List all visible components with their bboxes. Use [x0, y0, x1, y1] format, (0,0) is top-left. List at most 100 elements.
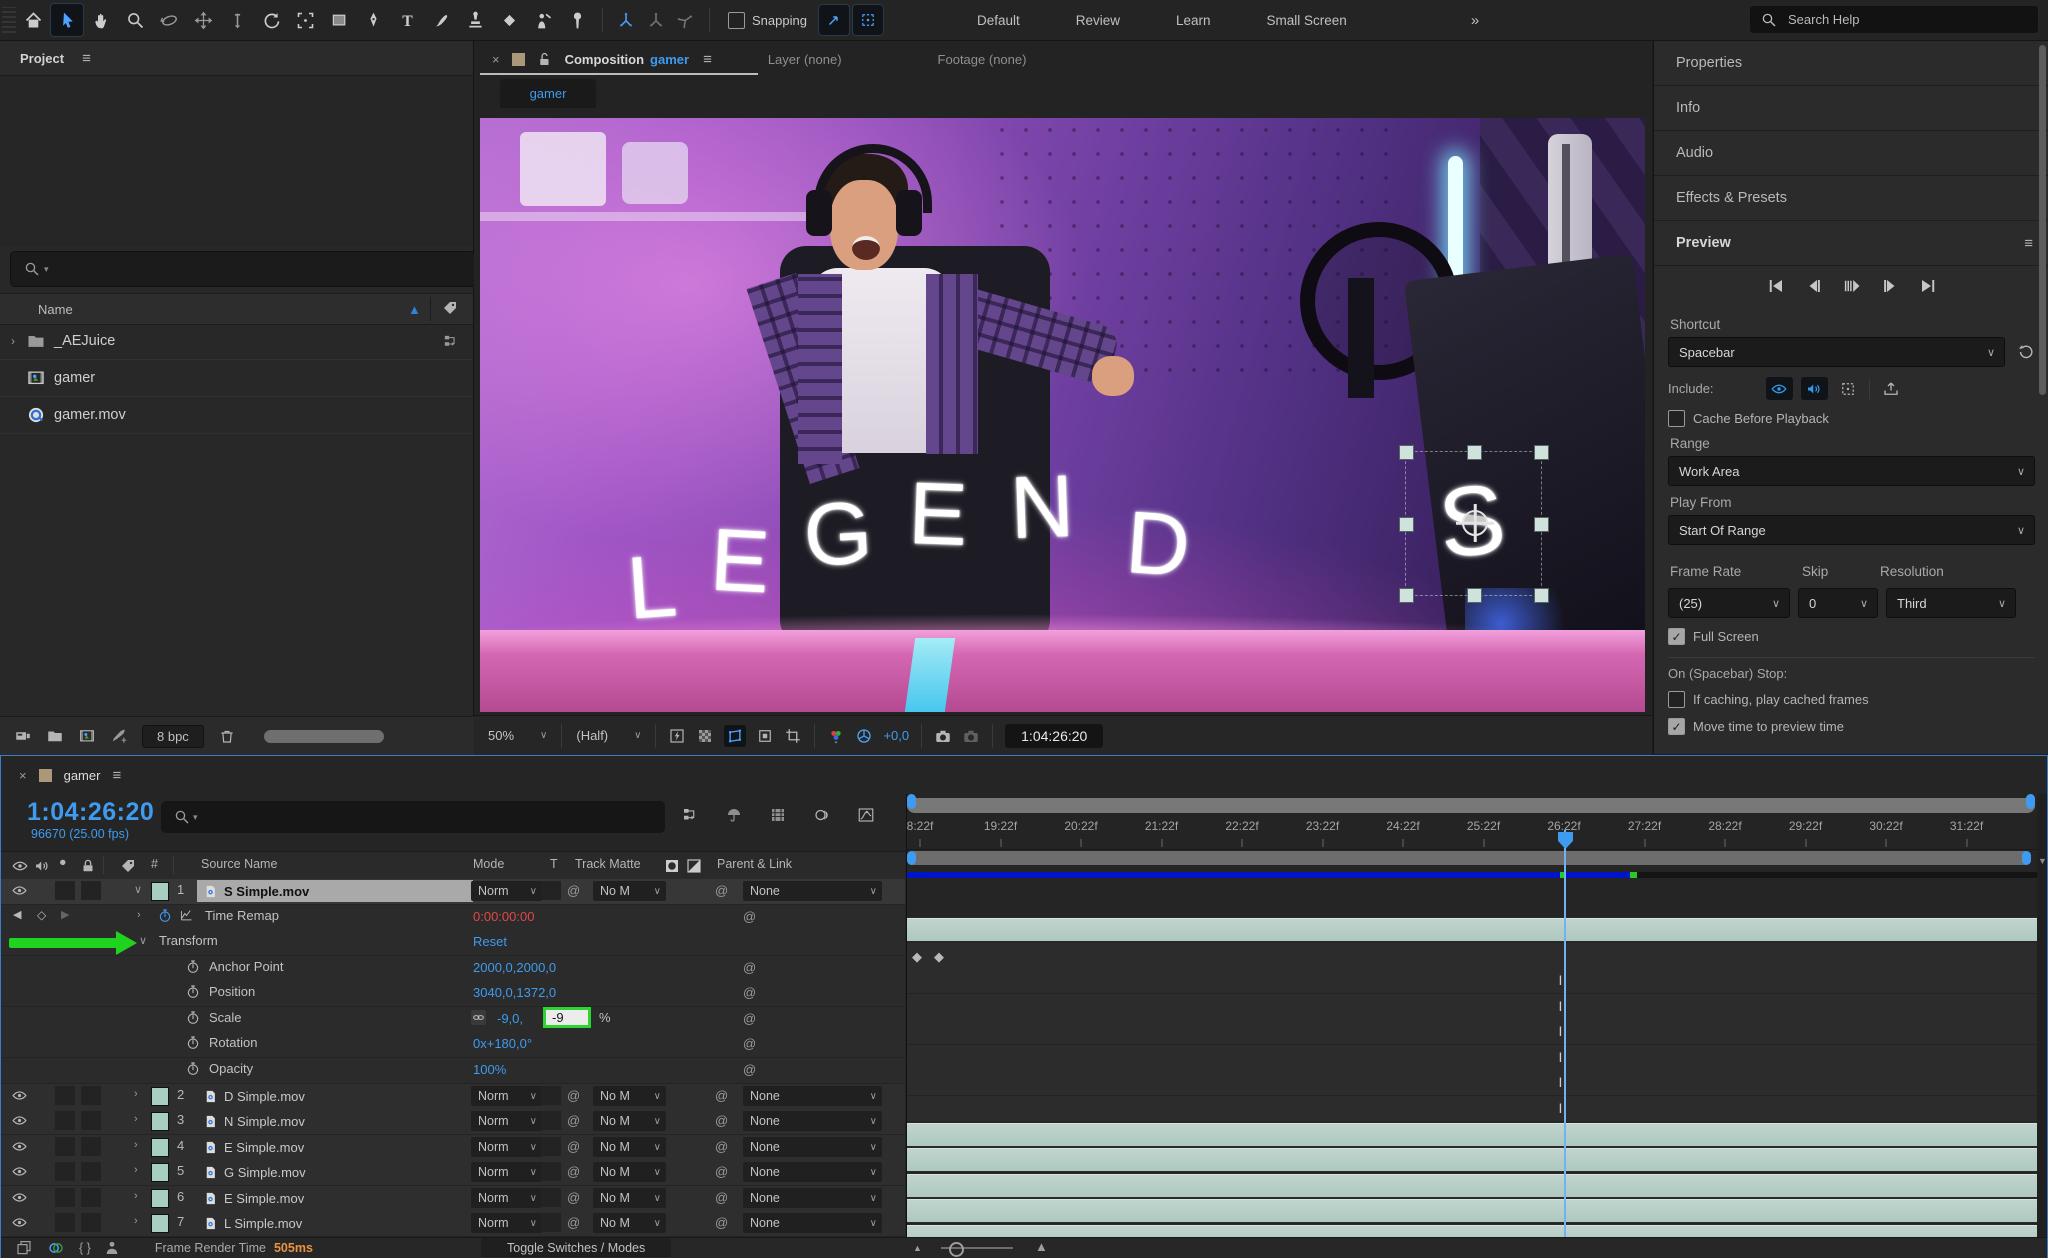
switch-box[interactable] — [55, 1086, 75, 1105]
label-column-icon[interactable] — [119, 857, 137, 875]
expander-icon[interactable]: ∨ — [139, 934, 147, 947]
blend-mode-dropdown[interactable]: Norm∨ — [471, 1188, 542, 1208]
show-snapshot-icon[interactable] — [962, 727, 980, 745]
matte-pickwhip-icon[interactable]: @ — [567, 1190, 580, 1205]
project-item--aejuice[interactable]: ›_AEJuice — [0, 323, 473, 360]
expander-icon[interactable]: › — [134, 1088, 138, 1100]
sort-ascending-icon[interactable]: ▲ — [408, 302, 421, 317]
work-area-end-handle[interactable] — [2022, 851, 2031, 865]
frame-rate-dropdown[interactable]: (25)∨ — [1668, 588, 1790, 618]
home-tool[interactable] — [17, 4, 49, 36]
matte-pickwhip-icon[interactable]: @ — [567, 1139, 580, 1154]
switch-box[interactable] — [541, 1213, 561, 1232]
parent-link-dropdown[interactable]: None∨ — [743, 1162, 882, 1182]
eye-icon[interactable] — [11, 1214, 28, 1231]
anchor-point-row[interactable]: Anchor Point2000,0,2000,0@ — [1, 956, 905, 982]
parent-pickwhip-icon[interactable]: @ — [715, 1190, 728, 1205]
eye-icon[interactable] — [11, 1138, 28, 1155]
pickwhip-icon[interactable]: @ — [743, 1011, 756, 1026]
magnification-dropdown[interactable]: 50% ∨ — [474, 728, 561, 743]
shape-tool[interactable] — [323, 4, 355, 36]
mask-visibility-button[interactable] — [724, 725, 746, 747]
parent-pickwhip-icon[interactable]: @ — [715, 1164, 728, 1179]
eye-icon[interactable] — [11, 1087, 28, 1104]
scroll-arrow-icon[interactable]: ▼ — [2038, 856, 2047, 866]
layer-color-swatch[interactable] — [151, 1138, 169, 1157]
snapping-toggle[interactable]: Snapping — [728, 12, 807, 29]
roto-brush-tool[interactable] — [527, 4, 559, 36]
layer-row-2[interactable]: ›2D Simple.movNorm∨@No M∨@None∨ — [1, 1084, 905, 1110]
scale-x-value[interactable]: -9,0, — [497, 1011, 523, 1026]
snap-box-icon[interactable] — [853, 5, 883, 35]
stopwatch-icon[interactable] — [185, 1061, 201, 1077]
pickwhip-icon[interactable]: @ — [743, 1036, 756, 1051]
parent-pickwhip-icon[interactable]: @ — [715, 1215, 728, 1230]
fast-previews-icon[interactable] — [668, 727, 686, 745]
brush-tool[interactable] — [425, 4, 457, 36]
layer-duration-bar[interactable] — [907, 1225, 2037, 1237]
composition-viewer[interactable]: LEGENDS — [480, 118, 1645, 712]
opacity-value[interactable]: 100% — [473, 1062, 506, 1077]
time-remap-row[interactable]: ◀◇▶›Time Remap0:00:00:00@ — [1, 905, 905, 931]
blend-mode-dropdown[interactable]: Norm∨ — [471, 1162, 542, 1182]
expander-icon[interactable]: › — [134, 1164, 138, 1176]
prev-keyframe-icon[interactable]: ◀ — [13, 908, 21, 921]
keyframe-icon[interactable]: ◆ — [934, 949, 944, 965]
current-timecode[interactable]: 1:04:26:20 — [27, 798, 154, 827]
resolution-preview-dropdown[interactable]: Third∨ — [1886, 588, 2016, 618]
switch-box[interactable] — [55, 1162, 75, 1181]
parent-link-column-header[interactable]: Parent & Link — [717, 857, 792, 871]
layer-track-row[interactable] — [907, 917, 2037, 943]
eye-icon[interactable] — [11, 1189, 28, 1206]
selection-tool[interactable] — [51, 4, 83, 36]
layer-color-swatch[interactable] — [151, 1087, 169, 1106]
layer-color-swatch[interactable] — [151, 1112, 169, 1131]
full-screen-checkbox[interactable]: ✓ — [1668, 628, 1685, 645]
layer-track-row[interactable] — [907, 1198, 2037, 1224]
track-matte-column-header[interactable]: Track Matte — [575, 857, 641, 871]
channel-icon[interactable] — [827, 727, 845, 745]
pan-camera-tool[interactable] — [187, 4, 219, 36]
pickwhip-icon[interactable]: @ — [743, 960, 756, 975]
layer-viewer-tab[interactable]: Layer (none) — [768, 52, 842, 67]
property-track-row[interactable] — [907, 943, 2037, 969]
shortcut-dropdown[interactable]: Spacebar ∨ — [1668, 337, 2005, 367]
layer-row-7[interactable]: ›7L Simple.movNorm∨@No M∨@None∨ — [1, 1211, 905, 1237]
matte-pickwhip-icon[interactable]: @ — [567, 1215, 580, 1230]
draft-3d-icon[interactable] — [725, 806, 743, 824]
switch-box[interactable] — [81, 1086, 101, 1105]
label-column-icon[interactable] — [441, 299, 459, 317]
expand-layers-icon[interactable] — [15, 1239, 33, 1257]
layer-color-swatch[interactable] — [151, 1189, 169, 1208]
switch-box[interactable] — [81, 881, 101, 900]
selection-handle[interactable] — [1467, 588, 1482, 603]
project-search-input[interactable]: ▾ — [10, 251, 476, 287]
stopwatch-icon[interactable] — [185, 1010, 201, 1026]
luma-matte-icon[interactable] — [685, 857, 703, 875]
project-item-gamer-mov[interactable]: gamer.mov — [0, 397, 473, 434]
parent-link-dropdown[interactable]: None∨ — [743, 1137, 882, 1157]
range-dropdown[interactable]: Work Area∨ — [1668, 456, 2035, 486]
include-audio-button[interactable] — [1801, 377, 1828, 400]
next-keyframe-icon[interactable]: ▶ — [61, 908, 69, 921]
roto-icon[interactable] — [103, 1239, 121, 1257]
cache-checkbox[interactable] — [1668, 410, 1685, 427]
selection-handle[interactable] — [1399, 445, 1414, 460]
share-preview-icon[interactable] — [1882, 380, 1900, 398]
camera-track-tool[interactable] — [289, 4, 321, 36]
blend-mode-dropdown[interactable]: Norm∨ — [471, 1213, 542, 1233]
hand-tool[interactable] — [85, 4, 117, 36]
zoom-in-mountain-icon[interactable]: ▲ — [1035, 1239, 1048, 1254]
layer-name[interactable]: L Simple.mov — [197, 1212, 473, 1234]
workspace-tab-review[interactable]: Review — [1048, 13, 1148, 28]
work-area-start-handle[interactable] — [907, 851, 916, 865]
blend-mode-dropdown[interactable]: Norm∨ — [471, 1111, 542, 1131]
include-overlays-icon[interactable] — [1839, 380, 1857, 398]
opacity-row[interactable]: Opacity100%@ — [1, 1058, 905, 1084]
matte-pickwhip-icon[interactable]: @ — [567, 1113, 580, 1128]
transform-reset[interactable]: Reset — [473, 934, 507, 949]
layer-duration-bar[interactable] — [907, 1174, 2037, 1197]
zoom-tool[interactable] — [119, 4, 151, 36]
reset-icon[interactable] — [2017, 343, 2035, 361]
layer-name[interactable]: G Simple.mov — [197, 1161, 473, 1183]
